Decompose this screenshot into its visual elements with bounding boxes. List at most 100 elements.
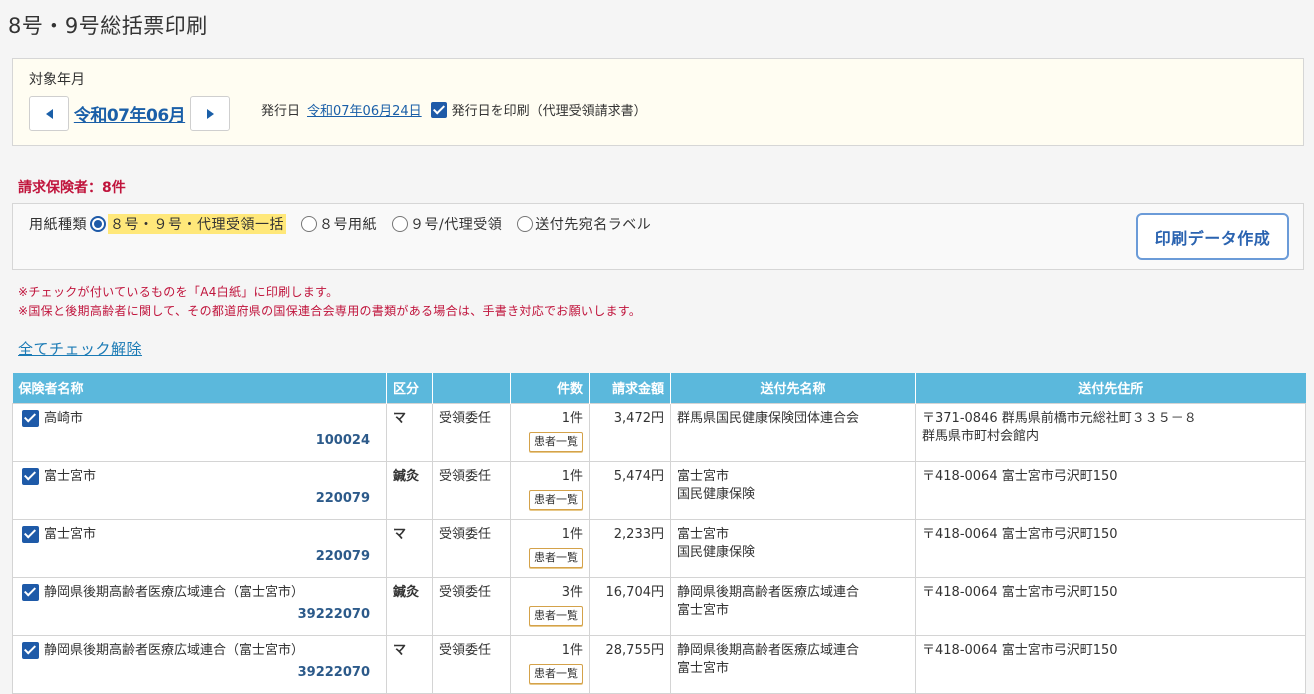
month-navigator: 令和07年06月	[29, 96, 230, 131]
row-checkbox[interactable]	[22, 468, 39, 485]
count-value: 3件	[561, 584, 583, 600]
dest-address-cell: 〒418-0064 富士宮市弓沢町150	[915, 634, 1306, 694]
dest-address-line: 〒371-0846 群馬県前橋市元総社町３３５－８	[922, 410, 1197, 426]
print-issue-date-checkbox[interactable]	[430, 101, 447, 118]
notes: ※チェックが付いているものを「A4白紙」に印刷します。 ※国保と後期高齢者に関し…	[18, 283, 641, 321]
patient-list-button[interactable]: 患者一覧	[529, 489, 583, 510]
prev-month-button[interactable]	[29, 96, 69, 131]
count-value: 1件	[561, 410, 583, 426]
radio-icon[interactable]	[301, 216, 317, 232]
radio-icon[interactable]	[392, 216, 408, 232]
kubun-cell: マ	[386, 402, 433, 462]
count-cell: 1件 患者一覧	[510, 460, 590, 520]
target-month-label: 対象年月	[29, 72, 85, 88]
dest-name-cell: 富士宮市 国民健康保険	[670, 518, 916, 578]
kubun-cell: マ	[386, 518, 433, 578]
note-line: ※チェックが付いているものを「A4白紙」に印刷します。	[18, 285, 339, 299]
col-header-dest-name: 送付先名称	[670, 373, 916, 403]
page: 8号・9号総括票印刷 対象年月 令和07年06月 発行日 令和07年06月24日…	[0, 0, 1314, 694]
paper-type-label: 用紙種類	[29, 217, 87, 233]
dest-name-cell: 富士宮市 国民健康保険	[670, 460, 916, 520]
patient-list-button[interactable]: 患者一覧	[529, 663, 583, 684]
type-cell: 受領委任	[432, 576, 511, 636]
insurer-name: 富士宮市	[44, 468, 97, 484]
insurer-code: 100024	[315, 432, 370, 448]
amount-cell: 16,704円	[589, 576, 671, 636]
paper-option-label: ８号用紙	[319, 217, 377, 233]
issue-date-label: 発行日	[261, 104, 301, 119]
insurer-code: 39222070	[297, 664, 370, 680]
type-cell: 受領委任	[432, 460, 511, 520]
dest-name-line: 富士宮市	[677, 660, 730, 676]
issue-date-row: 発行日 令和07年06月24日 発行日を印刷（代理受領請求書）	[261, 100, 647, 119]
insurer-name-cell: 静岡県後期高齢者医療広域連合（富士宮市） 39222070	[12, 576, 387, 636]
paper-option-label: ９号/代理受領	[410, 217, 503, 233]
issue-date-link[interactable]: 令和07年06月24日	[307, 100, 422, 119]
paper-option-8[interactable]: ８号用紙	[301, 214, 377, 234]
insurer-count: 請求保険者：8件	[18, 180, 126, 196]
row-checkbox[interactable]	[22, 584, 39, 601]
col-header-amount: 請求金額	[589, 373, 671, 403]
insurer-name-cell: 富士宮市 220079	[12, 518, 387, 578]
dest-name-cell: 静岡県後期高齢者医療広域連合 富士宮市	[670, 576, 916, 636]
insurer-table: 保険者名称 区分 件数 請求金額 送付先名称 送付先住所 高崎市 100024 …	[12, 373, 1306, 694]
uncheck-all-link[interactable]: 全てチェック解除	[18, 338, 142, 359]
create-print-data-button[interactable]: 印刷データ作成	[1136, 213, 1289, 260]
count-cell: 3件 患者一覧	[510, 576, 590, 636]
paper-type-panel: 用紙種類 ８号・９号・代理受領一括 ８号用紙 ９号/代理受領 送付先宛名ラベル …	[12, 203, 1304, 270]
dest-address-line: 〒418-0064 富士宮市弓沢町150	[922, 468, 1118, 484]
paper-option-label: 送付先宛名ラベル	[535, 217, 652, 233]
insurer-code: 220079	[315, 548, 370, 564]
paper-option-9[interactable]: ９号/代理受領	[392, 214, 502, 234]
count-cell: 1件 患者一覧	[510, 518, 590, 578]
chevron-left-icon	[45, 108, 53, 119]
dest-address-cell: 〒371-0846 群馬県前橋市元総社町３３５－８ 群馬県市町村会館内	[915, 402, 1306, 462]
target-month-value[interactable]: 令和07年06月	[69, 101, 190, 126]
row-checkbox[interactable]	[22, 642, 39, 659]
dest-name-cell: 群馬県国民健康保険団体連合会	[670, 402, 916, 462]
radio-icon[interactable]	[517, 216, 534, 232]
insurer-name: 静岡県後期高齢者医療広域連合（富士宮市）	[44, 584, 305, 600]
row-checkbox[interactable]	[22, 526, 39, 543]
chevron-right-icon	[206, 108, 214, 119]
count-value: 1件	[561, 642, 583, 658]
patient-list-button[interactable]: 患者一覧	[529, 605, 583, 626]
target-month-panel: 対象年月 令和07年06月 発行日 令和07年06月24日 発行日を印刷（代理受…	[12, 58, 1304, 146]
type-cell: 受領委任	[432, 634, 511, 694]
note-line: ※国保と後期高齢者に関して、その都道府県の国保連合会専用の書類がある場合は、手書…	[18, 304, 642, 318]
row-checkbox[interactable]	[22, 410, 39, 427]
table-row: 富士宮市 220079 鍼灸 受領委任 1件 患者一覧 5,474円 富士宮市 …	[12, 460, 1306, 520]
patient-list-button[interactable]: 患者一覧	[529, 431, 583, 452]
dest-name-line: 富士宮市	[677, 468, 730, 484]
page-title: 8号・9号総括票印刷	[8, 14, 208, 38]
col-header-dest-address: 送付先住所	[915, 373, 1306, 403]
dest-name-line: 富士宮市	[677, 526, 730, 542]
insurer-name: 高崎市	[44, 410, 84, 426]
next-month-button[interactable]	[190, 96, 230, 131]
count-value: 1件	[561, 526, 583, 542]
paper-option-label: ８号・９号・代理受領一括	[108, 214, 286, 234]
dest-address-line: 〒418-0064 富士宮市弓沢町150	[922, 526, 1118, 542]
print-issue-date-label: 発行日を印刷（代理受領請求書）	[451, 104, 647, 119]
table-row: 静岡県後期高齢者医療広域連合（富士宮市） 39222070 鍼灸 受領委任 3件…	[12, 576, 1306, 636]
table-row: 高崎市 100024 マ 受領委任 1件 患者一覧 3,472円 群馬県国民健康…	[12, 402, 1306, 462]
dest-name-line: 富士宮市	[677, 602, 730, 618]
count-value: 1件	[561, 468, 583, 484]
amount-cell: 5,474円	[589, 460, 671, 520]
radio-icon[interactable]	[90, 216, 106, 232]
amount-cell: 28,755円	[589, 634, 671, 694]
kubun-cell: 鍼灸	[386, 460, 433, 520]
insurer-code: 39222070	[297, 606, 370, 622]
paper-option-label-print[interactable]: 送付先宛名ラベル	[517, 214, 651, 234]
amount-cell: 2,233円	[589, 518, 671, 578]
patient-list-button[interactable]: 患者一覧	[529, 547, 583, 568]
insurer-name: 静岡県後期高齢者医療広域連合（富士宮市）	[44, 642, 305, 658]
dest-address-line: 〒418-0064 富士宮市弓沢町150	[922, 584, 1118, 600]
kubun-cell: 鍼灸	[386, 576, 433, 636]
paper-option-all[interactable]: ８号・９号・代理受領一括	[90, 214, 286, 234]
dest-name-line: 群馬県国民健康保険団体連合会	[677, 410, 860, 426]
count-cell: 1件 患者一覧	[510, 634, 590, 694]
type-cell: 受領委任	[432, 518, 511, 578]
dest-name-line: 静岡県後期高齢者医療広域連合	[677, 584, 860, 600]
table-header-row: 保険者名称 区分 件数 請求金額 送付先名称 送付先住所	[12, 373, 1306, 403]
